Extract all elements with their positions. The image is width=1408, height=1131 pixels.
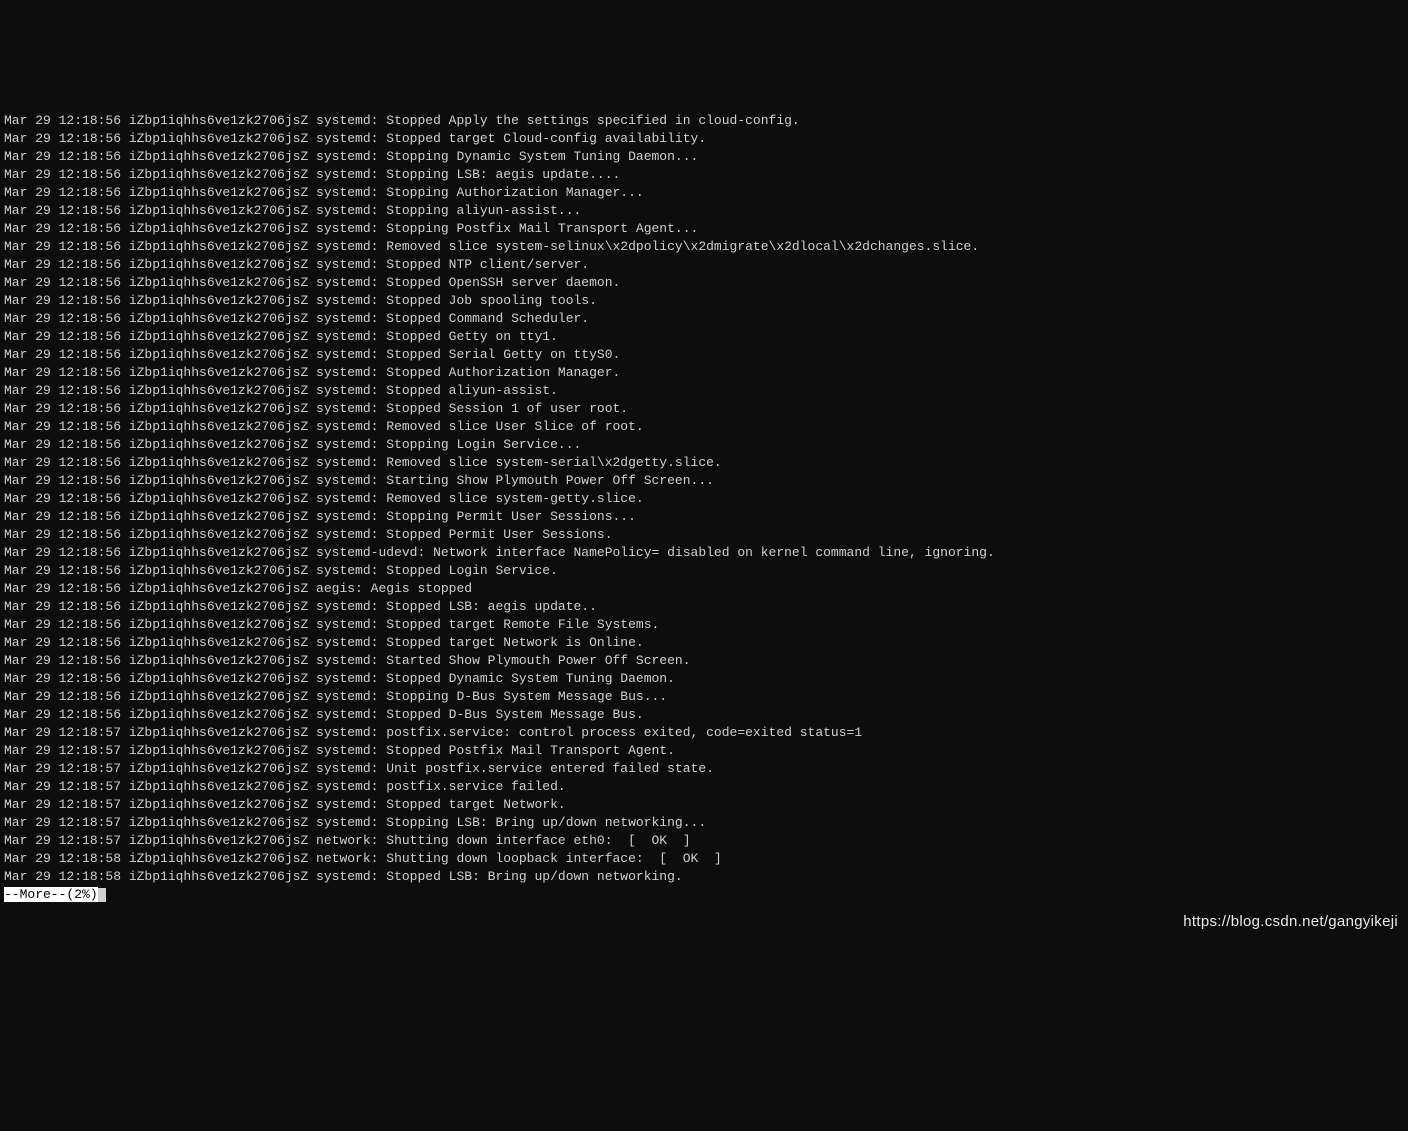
watermark-text: https://blog.csdn.net/gangyikeji: [1183, 913, 1398, 931]
log-line: Mar 29 12:18:56 iZbp1iqhhs6ve1zk2706jsZ …: [4, 526, 1404, 544]
log-line: Mar 29 12:18:58 iZbp1iqhhs6ve1zk2706jsZ …: [4, 868, 1404, 886]
log-line: Mar 29 12:18:56 iZbp1iqhhs6ve1zk2706jsZ …: [4, 634, 1404, 652]
log-line: Mar 29 12:18:56 iZbp1iqhhs6ve1zk2706jsZ …: [4, 274, 1404, 292]
log-line: Mar 29 12:18:56 iZbp1iqhhs6ve1zk2706jsZ …: [4, 490, 1404, 508]
log-line: Mar 29 12:18:57 iZbp1iqhhs6ve1zk2706jsZ …: [4, 724, 1404, 742]
log-line: Mar 29 12:18:56 iZbp1iqhhs6ve1zk2706jsZ …: [4, 544, 1404, 562]
terminal-output[interactable]: Mar 29 12:18:56 iZbp1iqhhs6ve1zk2706jsZ …: [4, 76, 1404, 1005]
log-line: Mar 29 12:18:56 iZbp1iqhhs6ve1zk2706jsZ …: [4, 562, 1404, 580]
log-line: Mar 29 12:18:57 iZbp1iqhhs6ve1zk2706jsZ …: [4, 832, 1404, 850]
log-line: Mar 29 12:18:57 iZbp1iqhhs6ve1zk2706jsZ …: [4, 778, 1404, 796]
more-pager-prompt[interactable]: --More--(2%): [4, 887, 98, 902]
log-line: Mar 29 12:18:56 iZbp1iqhhs6ve1zk2706jsZ …: [4, 706, 1404, 724]
log-line: Mar 29 12:18:58 iZbp1iqhhs6ve1zk2706jsZ …: [4, 850, 1404, 868]
log-line: Mar 29 12:18:56 iZbp1iqhhs6ve1zk2706jsZ …: [4, 652, 1404, 670]
cursor-icon: [98, 888, 106, 902]
log-line: Mar 29 12:18:56 iZbp1iqhhs6ve1zk2706jsZ …: [4, 256, 1404, 274]
log-line: Mar 29 12:18:56 iZbp1iqhhs6ve1zk2706jsZ …: [4, 310, 1404, 328]
log-line: Mar 29 12:18:56 iZbp1iqhhs6ve1zk2706jsZ …: [4, 580, 1404, 598]
log-line: Mar 29 12:18:56 iZbp1iqhhs6ve1zk2706jsZ …: [4, 364, 1404, 382]
log-line: Mar 29 12:18:56 iZbp1iqhhs6ve1zk2706jsZ …: [4, 202, 1404, 220]
log-line: Mar 29 12:18:56 iZbp1iqhhs6ve1zk2706jsZ …: [4, 112, 1404, 130]
log-line: Mar 29 12:18:57 iZbp1iqhhs6ve1zk2706jsZ …: [4, 796, 1404, 814]
log-line: Mar 29 12:18:56 iZbp1iqhhs6ve1zk2706jsZ …: [4, 472, 1404, 490]
log-line: Mar 29 12:18:56 iZbp1iqhhs6ve1zk2706jsZ …: [4, 454, 1404, 472]
log-line: Mar 29 12:18:57 iZbp1iqhhs6ve1zk2706jsZ …: [4, 742, 1404, 760]
log-line: Mar 29 12:18:56 iZbp1iqhhs6ve1zk2706jsZ …: [4, 184, 1404, 202]
log-line: Mar 29 12:18:56 iZbp1iqhhs6ve1zk2706jsZ …: [4, 616, 1404, 634]
log-line: Mar 29 12:18:56 iZbp1iqhhs6ve1zk2706jsZ …: [4, 436, 1404, 454]
log-line: Mar 29 12:18:56 iZbp1iqhhs6ve1zk2706jsZ …: [4, 238, 1404, 256]
log-line: Mar 29 12:18:56 iZbp1iqhhs6ve1zk2706jsZ …: [4, 400, 1404, 418]
log-line: Mar 29 12:18:56 iZbp1iqhhs6ve1zk2706jsZ …: [4, 418, 1404, 436]
log-line: Mar 29 12:18:56 iZbp1iqhhs6ve1zk2706jsZ …: [4, 328, 1404, 346]
log-line: Mar 29 12:18:56 iZbp1iqhhs6ve1zk2706jsZ …: [4, 508, 1404, 526]
log-line: Mar 29 12:18:56 iZbp1iqhhs6ve1zk2706jsZ …: [4, 688, 1404, 706]
log-lines: Mar 29 12:18:56 iZbp1iqhhs6ve1zk2706jsZ …: [4, 112, 1404, 886]
log-line: Mar 29 12:18:56 iZbp1iqhhs6ve1zk2706jsZ …: [4, 670, 1404, 688]
log-line: Mar 29 12:18:56 iZbp1iqhhs6ve1zk2706jsZ …: [4, 382, 1404, 400]
log-line: Mar 29 12:18:56 iZbp1iqhhs6ve1zk2706jsZ …: [4, 598, 1404, 616]
log-line: Mar 29 12:18:56 iZbp1iqhhs6ve1zk2706jsZ …: [4, 166, 1404, 184]
log-line: Mar 29 12:18:56 iZbp1iqhhs6ve1zk2706jsZ …: [4, 292, 1404, 310]
log-line: Mar 29 12:18:56 iZbp1iqhhs6ve1zk2706jsZ …: [4, 220, 1404, 238]
log-line: Mar 29 12:18:56 iZbp1iqhhs6ve1zk2706jsZ …: [4, 130, 1404, 148]
log-line: Mar 29 12:18:57 iZbp1iqhhs6ve1zk2706jsZ …: [4, 814, 1404, 832]
log-line: Mar 29 12:18:57 iZbp1iqhhs6ve1zk2706jsZ …: [4, 760, 1404, 778]
log-line: Mar 29 12:18:56 iZbp1iqhhs6ve1zk2706jsZ …: [4, 346, 1404, 364]
log-line: Mar 29 12:18:56 iZbp1iqhhs6ve1zk2706jsZ …: [4, 148, 1404, 166]
